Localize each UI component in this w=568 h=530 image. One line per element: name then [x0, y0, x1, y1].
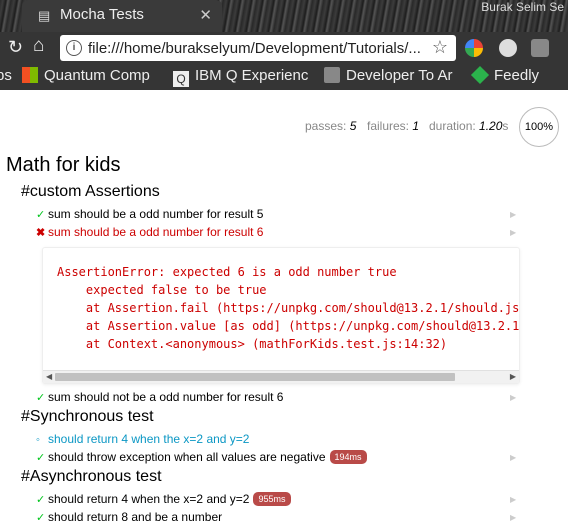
feedly-icon — [470, 65, 490, 85]
replay-icon[interactable]: ▶ — [510, 210, 516, 219]
developer-icon — [324, 67, 340, 83]
suite-title[interactable]: Math for kids — [6, 154, 120, 177]
bookmark-ibm-q[interactable]: Q IBM Q Experienc — [173, 67, 308, 87]
scroll-right-icon[interactable]: ▶ — [510, 371, 516, 383]
suite-synchronous[interactable]: #Synchronous test — [21, 408, 154, 426]
duration-badge: 194ms — [329, 450, 367, 464]
address-bar[interactable]: i file:///home/burakselyum/Development/T… — [60, 35, 456, 61]
check-icon: ✓ — [36, 512, 46, 524]
bookmark-star-icon[interactable]: ☆ — [432, 37, 448, 58]
browser-toolbar: ↻ ⌂ i file:///home/burakselyum/Developme… — [0, 32, 568, 64]
replay-icon[interactable]: ▶ — [510, 453, 516, 462]
check-icon: ✓ — [36, 392, 46, 404]
extension-icon[interactable] — [499, 39, 517, 57]
check-icon: ✓ — [36, 452, 46, 464]
error-text: AssertionError: expected 6 is a odd numb… — [57, 265, 520, 351]
scroll-left-icon[interactable]: ◀ — [46, 371, 52, 383]
bookmark-developer[interactable]: Developer To Ar — [324, 67, 452, 84]
tab-mocha-tests[interactable]: ▤ Mocha Tests ✕ — [22, 0, 222, 32]
check-icon: ✓ — [36, 209, 46, 221]
test-item[interactable]: ✓ sum should not be a odd number for resu… — [36, 390, 283, 404]
error-stack[interactable]: AssertionError: expected 6 is a odd numb… — [42, 247, 520, 384]
tab-title: Mocha Tests — [60, 6, 144, 23]
url-text[interactable]: file:///home/burakselyum/Development/Tut… — [88, 40, 421, 57]
home-icon[interactable]: ⌂ — [33, 35, 44, 57]
close-icon[interactable]: ✕ — [199, 6, 212, 24]
test-item[interactable]: ✓ should throw exception when all values … — [36, 450, 367, 464]
test-item[interactable]: ✓ sum should be a odd number for result 5 — [36, 207, 263, 221]
progress-ring: 100% — [519, 107, 559, 147]
reload-icon[interactable]: ↻ — [8, 37, 23, 58]
document-icon: ▤ — [38, 8, 51, 23]
profile-name[interactable]: Burak Selim Se — [477, 0, 568, 14]
test-item[interactable]: ✓ should return 4 when the x=2 and y=2 955… — [36, 492, 291, 506]
chrome-extension-icon[interactable] — [465, 39, 483, 57]
check-icon: ✓ — [36, 494, 46, 506]
puzzle-extension-icon[interactable] — [531, 39, 549, 57]
replay-icon[interactable]: ▶ — [510, 228, 516, 237]
passes-stat[interactable]: passes: 5 — [305, 119, 356, 133]
test-item-pending[interactable]: ◦ should return 4 when the x=2 and y=2 — [36, 432, 249, 446]
horizontal-scrollbar[interactable]: ◀ ▶ — [43, 370, 519, 383]
test-item[interactable]: ✓ should return 8 and be a number — [36, 510, 222, 524]
microsoft-icon — [22, 67, 38, 83]
replay-icon[interactable]: ▶ — [510, 393, 516, 402]
scrollbar-thumb[interactable] — [55, 373, 455, 381]
tab-bar: ▤ Mocha Tests ✕ Burak Selim Se — [0, 0, 568, 32]
duration-stat: duration: 1.20s — [429, 119, 509, 133]
bookmark-quantum[interactable]: Quantum Comp — [22, 67, 150, 84]
ibm-q-icon: Q — [173, 71, 189, 87]
bookmarks-bar: ps Quantum Comp Q IBM Q Experienc Develop… — [0, 64, 568, 90]
suite-asynchronous[interactable]: #Asynchronous test — [21, 468, 162, 486]
pending-icon: ◦ — [36, 434, 40, 446]
cross-icon: ✖ — [36, 227, 46, 239]
bookmark-feedly[interactable]: Feedly — [470, 65, 539, 85]
failures-stat[interactable]: failures: 1 — [367, 119, 419, 133]
info-icon[interactable]: i — [66, 40, 82, 56]
bookmark-item[interactable]: ps — [0, 67, 12, 84]
replay-icon[interactable]: ▶ — [510, 513, 516, 522]
test-item-failed[interactable]: ✖ sum should be a odd number for result 6 — [36, 225, 263, 239]
duration-badge: 955ms — [253, 492, 291, 506]
suite-custom-assertions[interactable]: #custom Assertions — [21, 183, 160, 201]
replay-icon[interactable]: ▶ — [510, 495, 516, 504]
